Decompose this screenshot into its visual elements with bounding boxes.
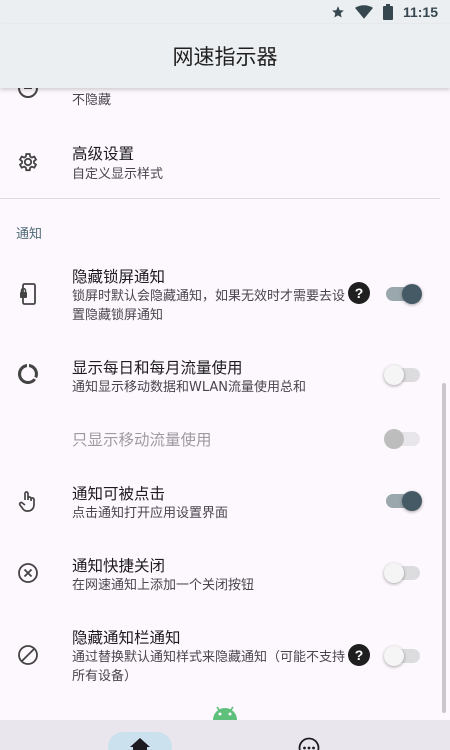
wifi-icon — [354, 5, 373, 19]
block-icon — [18, 645, 38, 665]
settings-item-title: 通知快捷关闭 — [72, 557, 166, 575]
mobile-only-switch[interactable] — [384, 429, 420, 449]
settings-item-subtitle: 通知显示移动数据和WLAN流量使用总和 — [72, 380, 307, 395]
bottom-navigation — [0, 720, 450, 750]
help-icon[interactable]: ? — [348, 644, 370, 666]
close-circle-icon — [18, 563, 38, 583]
help-icon[interactable]: ? — [348, 282, 370, 304]
settings-item-title: 高级设置 — [72, 145, 135, 163]
hide-statusbar-switch[interactable] — [384, 646, 420, 666]
settings-item-subtitle: 在网速通知上添加一个关闭按钮 — [72, 578, 255, 593]
settings-item-subtitle: 自定义显示样式 — [72, 167, 164, 182]
hide-icon — [18, 88, 38, 98]
status-bar: 11:15 — [0, 0, 450, 24]
settings-item-subtitle: 点击通知打开应用设置界面 — [72, 506, 229, 521]
settings-item-title: 显示每日和每月流量使用 — [72, 359, 243, 377]
battery-icon — [382, 4, 393, 20]
gear-icon — [18, 153, 38, 172]
android-icon — [213, 706, 237, 720]
star-icon — [332, 6, 344, 18]
settings-item-daily-monthly-usage[interactable]: 显示每日和每月流量使用 通知显示移动数据和WLAN流量使用总和 — [0, 350, 440, 400]
settings-item-clickable[interactable]: 通知可被点击 点击通知打开应用设置界面 — [0, 476, 440, 526]
settings-item-title: 只显示移动流量使用 — [72, 431, 212, 449]
settings-item-title: 隐藏锁屏通知 — [72, 268, 166, 286]
daily-monthly-usage-switch[interactable] — [384, 365, 420, 385]
settings-item-mobile-only[interactable]: 只显示移动流量使用 — [0, 418, 440, 458]
settings-item-subtitle: 通过替换默认通知样式来隐藏通知（可能不支持所有设备） — [72, 650, 346, 684]
settings-item-advanced[interactable]: 高级设置 自定义显示样式 — [0, 130, 440, 190]
settings-item-hide-statusbar[interactable]: 隐藏通知栏通知 通过替换默认通知样式来隐藏通知（可能不支持所有设备） ? — [0, 618, 440, 688]
clickable-switch[interactable] — [386, 491, 422, 511]
status-time: 11:15 — [402, 4, 438, 20]
scrollbar[interactable] — [442, 383, 446, 713]
settings-item-subtitle: 锁屏时默认会隐藏通知，如果无效时才需要去设置隐藏锁屏通知 — [72, 289, 346, 323]
section-header-notification: 通知 — [16, 227, 43, 242]
page-title: 网速指示器 — [172, 45, 278, 69]
settings-item-quick-close[interactable]: 通知快捷关闭 在网速通知上添加一个关闭按钮 — [0, 548, 440, 598]
lock-screen-icon — [20, 283, 36, 305]
settings-item-subtitle: 不隐藏 — [72, 93, 112, 108]
hide-lockscreen-switch[interactable] — [386, 284, 422, 304]
settings-item-title: 通知可被点击 — [72, 485, 166, 503]
settings-item-hide-lockscreen[interactable]: 隐藏锁屏通知 锁屏时默认会隐藏通知，如果无效时才需要去设置隐藏锁屏通知 ? — [0, 258, 440, 328]
app-bar: 网速指示器 — [0, 24, 450, 88]
touch-icon — [18, 491, 35, 512]
quick-close-switch[interactable] — [384, 563, 420, 583]
home-icon[interactable] — [130, 738, 150, 750]
settings-item-title: 隐藏通知栏通知 — [72, 629, 181, 647]
settings-item-hide-mode[interactable]: 不隐藏 — [0, 88, 440, 114]
more-icon[interactable] — [298, 737, 320, 750]
divider — [0, 198, 440, 199]
data-usage-icon — [18, 364, 38, 384]
settings-list[interactable]: 不隐藏 高级设置 自定义显示样式 通知 隐藏锁屏通知 锁屏时默认会隐藏通知，如果… — [0, 88, 450, 720]
